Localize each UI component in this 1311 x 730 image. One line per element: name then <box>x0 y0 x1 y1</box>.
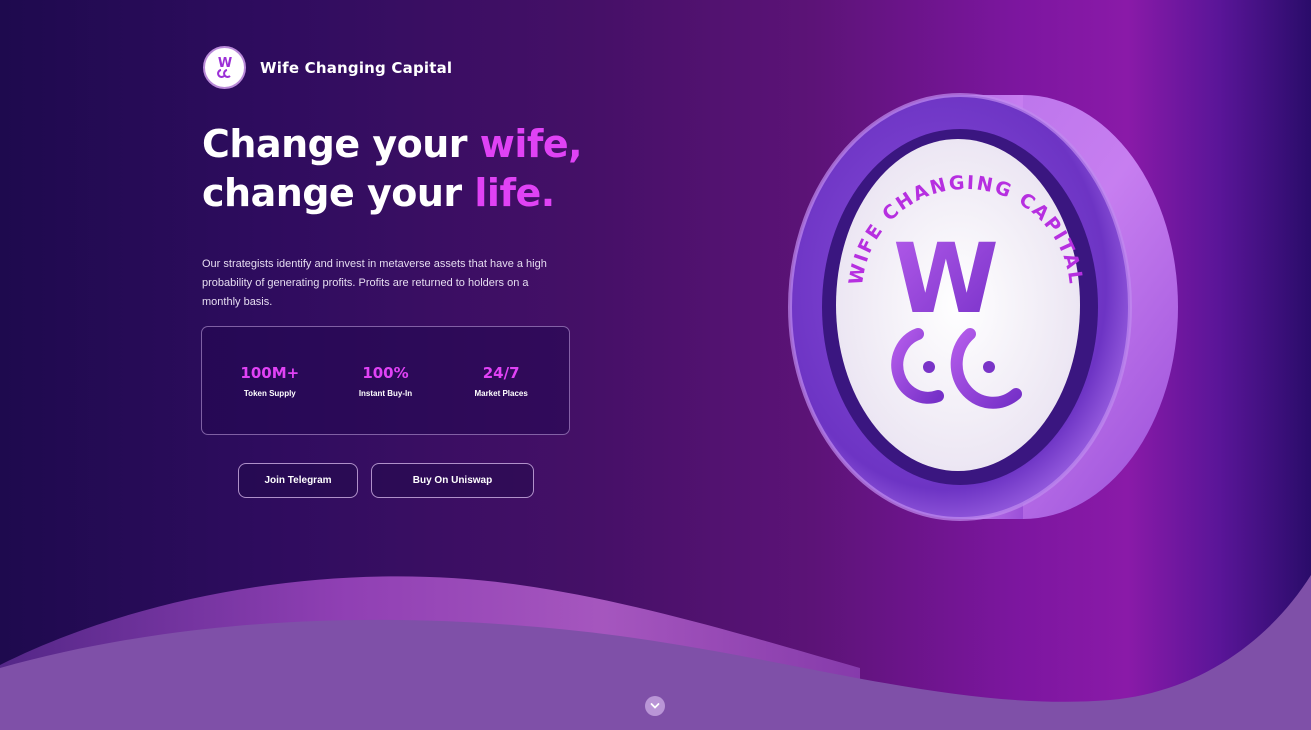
stat-label: Market Places <box>474 388 528 398</box>
join-telegram-button[interactable]: Join Telegram <box>238 463 358 498</box>
stat-value: 100M+ <box>240 363 300 382</box>
stats-panel: 100M+ Token Supply 100% Instant Buy-In 2… <box>201 326 570 435</box>
title-line1-a: Change your <box>202 122 480 166</box>
stat-instant-buy-in: 100% Instant Buy-In <box>330 364 440 398</box>
coin-illustration: WIFE CHANGING CAPITAL W <box>788 93 1178 521</box>
hero-description: Our strategists identify and invest in m… <box>202 258 547 308</box>
stat-label: Instant Buy-In <box>358 388 413 398</box>
wcc-logo-icon: W <box>203 46 246 89</box>
hero-title: Change your wife, change your life. <box>202 120 583 218</box>
coin-monogram: W <box>893 223 999 335</box>
title-line2-accent: life. <box>474 171 555 215</box>
title-line1-accent: wife, <box>479 122 583 166</box>
stat-value: 100% <box>362 363 409 382</box>
svg-text:W: W <box>217 56 231 71</box>
chevron-down-icon[interactable] <box>645 696 665 716</box>
buy-on-uniswap-button[interactable]: Buy On Uniswap <box>371 463 534 498</box>
stat-token-supply: 100M+ Token Supply <box>215 364 325 398</box>
brand[interactable]: W Wife Changing Capital <box>203 46 452 89</box>
stat-value: 24/7 <box>482 363 520 382</box>
title-line2-a: change your <box>202 171 475 215</box>
brand-name: Wife Changing Capital <box>260 58 453 77</box>
stat-label: Token Supply <box>243 388 296 398</box>
hero-section: W Wife Changing Capital Change your wife… <box>0 0 1311 730</box>
stat-market-places: 24/7 Market Places <box>446 364 556 398</box>
